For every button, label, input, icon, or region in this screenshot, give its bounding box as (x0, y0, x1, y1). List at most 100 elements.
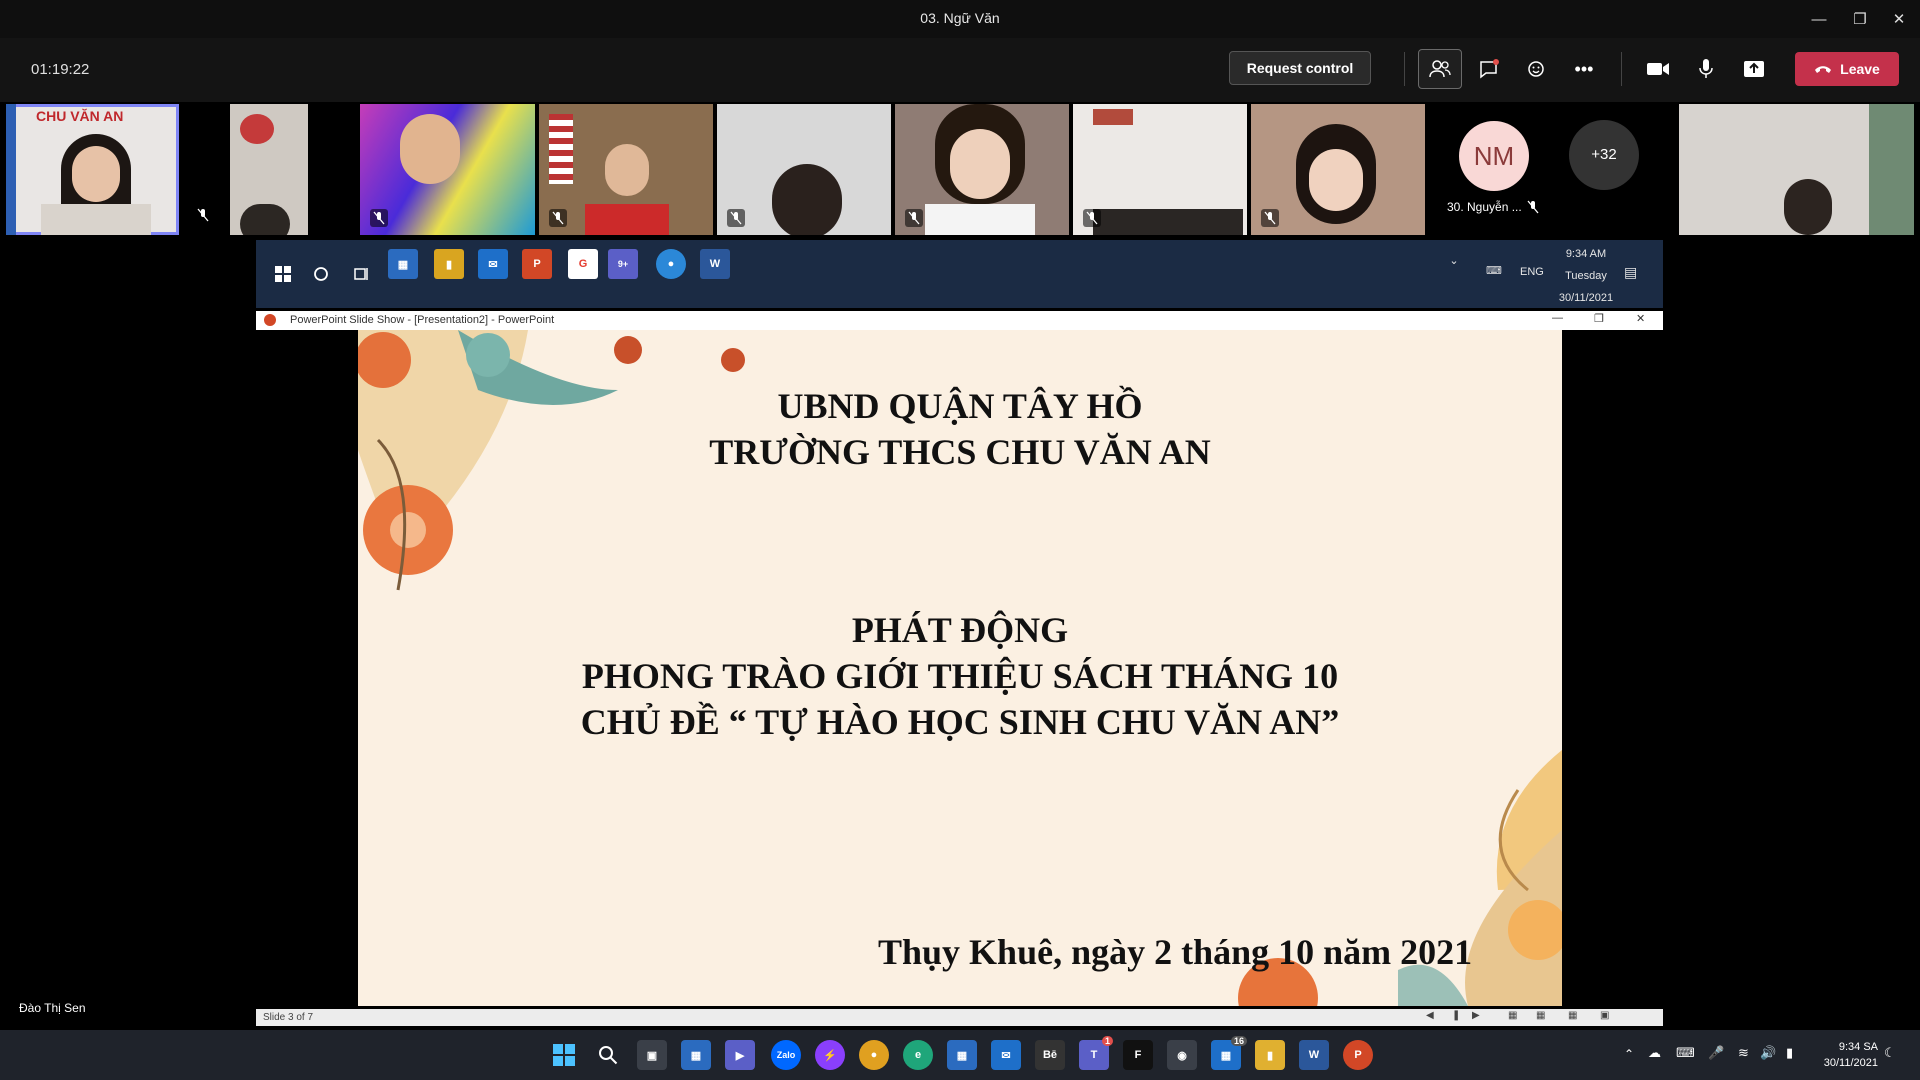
slide-line-1: UBND QUẬN TÂY HỒ (777, 386, 1143, 426)
participant-tile[interactable] (1073, 104, 1247, 235)
muted-mic-icon (370, 209, 388, 227)
muted-mic-icon (727, 209, 745, 227)
flag-decoration (549, 114, 573, 184)
cortana-icon (306, 259, 336, 289)
minimize-icon[interactable]: — (1804, 7, 1834, 31)
microphone-icon[interactable] (1684, 49, 1728, 89)
slide-sorter-icon: ▦ (1536, 1010, 1546, 1021)
participant-face (400, 114, 460, 184)
taskbar-clock[interactable]: 9:34 SA 30/11/2021 (1824, 1039, 1878, 1071)
game-app-icon[interactable]: F (1123, 1040, 1153, 1070)
participant-clothes (585, 204, 669, 235)
more-participants-button[interactable]: +32 (1569, 120, 1639, 190)
behance-icon[interactable]: Bē (1035, 1040, 1065, 1070)
participant-tile[interactable] (1679, 104, 1914, 235)
windows-start-icon[interactable] (549, 1040, 579, 1070)
search-icon[interactable] (593, 1040, 623, 1070)
slide-line-3: PHÁT ĐỘNG (851, 610, 1069, 650)
chat-icon[interactable] (1467, 49, 1511, 89)
request-control-button[interactable]: Request control (1229, 51, 1371, 85)
teams-badge: 9+ (617, 259, 629, 269)
messenger-icon[interactable]: ⚡ (815, 1040, 845, 1070)
mail-icon: ✉ (478, 249, 508, 279)
muted-mic-icon (549, 209, 567, 227)
widgets-icon[interactable]: ▦ (681, 1040, 711, 1070)
teams-badge: 1 (1101, 1036, 1113, 1046)
phone-hangup-icon (1814, 61, 1832, 77)
shared-screen: ▦ ▮ ✉ P G 9+ ● W ⌄ ⌨ ENG 9:34 AM Tuesday… (256, 236, 1663, 1026)
toolbar-divider (1404, 52, 1405, 86)
notification-app-icon: G (568, 249, 598, 279)
wifi-icon[interactable]: ≋ (1738, 1045, 1749, 1061)
camera-icon[interactable]: ◉ (1167, 1040, 1197, 1070)
participant-tile[interactable]: CHU VĂN AN (6, 104, 179, 235)
ppt-window-title: PowerPoint Slide Show - [Presentation2] … (290, 314, 555, 326)
powerpoint-icon[interactable]: P (1343, 1040, 1373, 1070)
next-slide-icon: ▶ (1472, 1010, 1480, 1021)
minimize-icon: — (1552, 312, 1563, 324)
participant-tile[interactable] (717, 104, 891, 235)
mail-icon[interactable]: ✉ (991, 1040, 1021, 1070)
reactions-icon[interactable] (1514, 49, 1558, 89)
chat-icon[interactable]: ▶ (725, 1040, 755, 1070)
notification-icon[interactable]: ☾ (1884, 1045, 1896, 1061)
app-icon[interactable]: ▦ 16 (1211, 1036, 1247, 1070)
presenter-name: Đào Thị Sen (19, 1001, 86, 1015)
presentation-slide: UBND QUẬN TÂY HỒ TRƯỜNG THCS CHU VĂN AN … (358, 330, 1562, 1006)
word-icon[interactable]: W (1299, 1040, 1329, 1070)
more-options-icon[interactable]: ••• (1562, 49, 1606, 89)
participant-face (72, 146, 120, 202)
participant-tile[interactable] (360, 104, 535, 235)
powerpoint-icon: P (522, 249, 552, 279)
previous-slide-icon: ◀ (1426, 1010, 1434, 1021)
leave-label: Leave (1840, 61, 1880, 77)
antivirus-icon[interactable]: ☁ (1648, 1045, 1661, 1061)
task-view-icon[interactable]: ▣ (637, 1040, 667, 1070)
participant-face (605, 144, 649, 196)
volume-icon[interactable]: 🔊 (1760, 1045, 1776, 1061)
shared-clock-time: 9:34 AM (1565, 248, 1607, 260)
slide-line-5: CHỦ ĐỀ “ TỰ HÀO HỌC SINH CHU VĂN AN” (580, 702, 1340, 742)
zalo-icon[interactable]: Zalo (771, 1040, 801, 1070)
language-indicator: ENG (1520, 266, 1544, 278)
participant-tile[interactable] (1251, 104, 1425, 235)
microphone-icon[interactable]: 🎤 (1708, 1045, 1724, 1061)
chevron-up-icon[interactable]: ⌃ (1624, 1047, 1634, 1061)
powerpoint-statusbar: Slide 3 of 7 ◀ ❚ ▶ ▦ ▦ ▦ ▣ (256, 1009, 1663, 1026)
slideshow-view-icon: ▣ (1600, 1010, 1610, 1021)
meeting-toolbar: 01:19:22 Request control ••• Leave (0, 38, 1920, 102)
participant-avatar[interactable]: NM (1459, 121, 1529, 191)
app-titlebar: 03. Ngữ Văn — ❐ ✕ (0, 0, 1920, 38)
window-decoration (1869, 104, 1914, 235)
normal-view-icon: ▦ (1508, 1010, 1518, 1021)
participants-icon[interactable] (1418, 49, 1462, 89)
close-icon[interactable]: ✕ (1884, 7, 1914, 31)
battery-icon[interactable]: ▮ (1786, 1045, 1793, 1061)
restore-icon[interactable]: ❐ (1845, 7, 1875, 31)
reading-view-icon: ▦ (1568, 1010, 1578, 1021)
slide-line-4: PHONG TRÀO GIỚI THIỆU SÁCH THÁNG 10 (581, 656, 1339, 696)
participant-clothes (41, 204, 151, 235)
action-center-icon: ▤ (1624, 264, 1638, 280)
muted-mic-icon (905, 209, 923, 227)
teams-icon[interactable]: T1 (1079, 1036, 1113, 1070)
keyboard-icon[interactable]: ⌨ (1676, 1045, 1695, 1061)
muted-mic-icon (1083, 209, 1101, 227)
tile-object (1093, 209, 1243, 235)
participant-tile[interactable] (539, 104, 713, 235)
leave-button[interactable]: Leave (1795, 52, 1899, 86)
meeting-title: 03. Ngữ Văn (920, 10, 1000, 26)
file-explorer-icon[interactable]: ▮ (1255, 1040, 1285, 1070)
chrome-icon[interactable]: ● (859, 1040, 889, 1070)
camera-icon[interactable] (1636, 49, 1680, 89)
store-icon[interactable]: ▦ (947, 1040, 977, 1070)
participant-name: 30. Nguyễn ... (1447, 200, 1522, 214)
task-view-icon (347, 259, 377, 289)
participant-tile[interactable] (230, 104, 308, 235)
edge-icon[interactable]: e (903, 1040, 933, 1070)
chevron-up-icon: ⌄ (1449, 255, 1459, 267)
participant-tile[interactable] (895, 104, 1069, 235)
muted-mic-icon (1261, 209, 1279, 227)
share-screen-icon[interactable] (1732, 49, 1776, 89)
toolbar-divider (1621, 52, 1622, 86)
